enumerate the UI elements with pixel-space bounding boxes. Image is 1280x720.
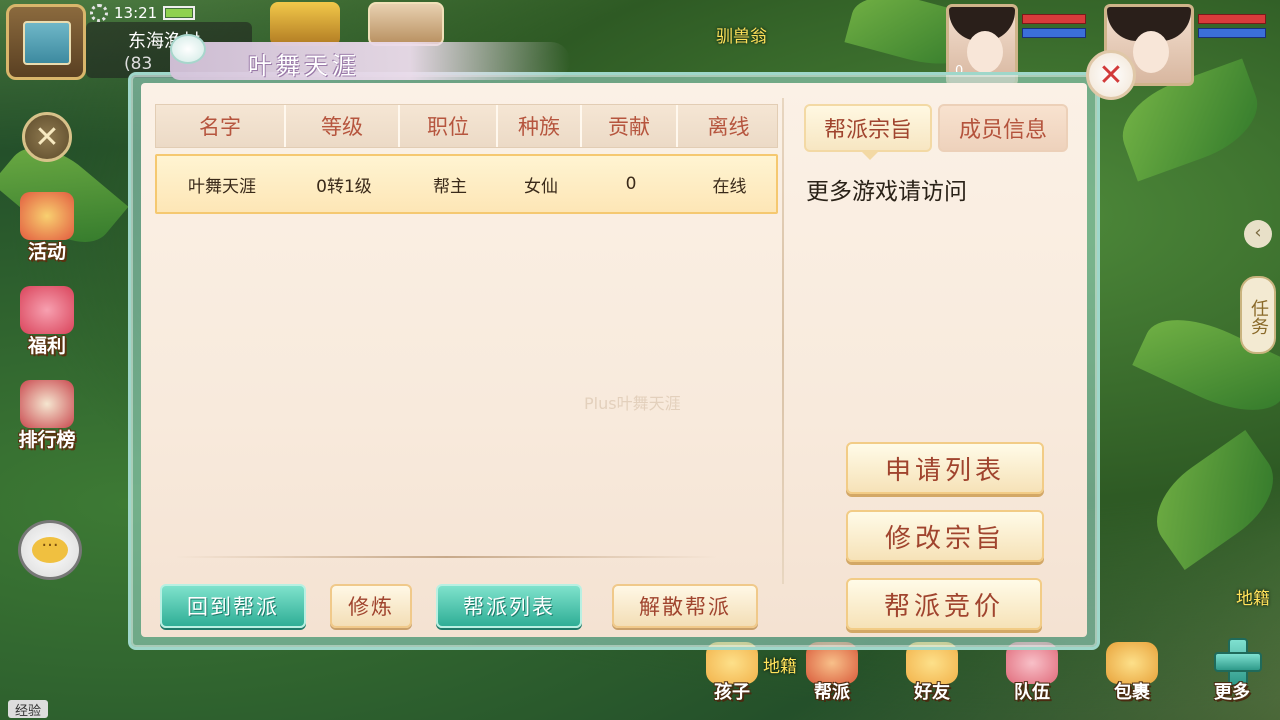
member-race: 女仙 (524, 176, 558, 197)
chat-bubble-icon: ··· (32, 537, 68, 563)
tab-guild-purpose[interactable]: 帮派宗旨 (804, 104, 932, 160)
gift-icon (20, 286, 74, 334)
tab-member-info[interactable]: 成员信息 (938, 104, 1068, 152)
lotus-ornament-icon (170, 34, 206, 64)
column-header-contribution[interactable]: 贡献 (582, 105, 678, 147)
bottom-menu-team[interactable]: 队伍 (994, 642, 1070, 704)
horn-icon (20, 192, 74, 240)
member-position: 帮主 (433, 176, 467, 197)
sidebar-item-label: 排行榜 (18, 429, 76, 451)
disband-guild-button[interactable]: 解散帮派 (612, 584, 758, 628)
sidebar-item-label: 活动 (27, 241, 66, 263)
foliage-decoration (1138, 429, 1280, 571)
map-scroll-icon (23, 21, 71, 65)
apply-list-button[interactable]: 申请列表 (846, 442, 1044, 494)
ranking-icon (20, 380, 74, 428)
dialog-title-plate (170, 42, 570, 80)
chat-button[interactable]: ··· (18, 520, 82, 580)
bottom-menu-label: 包裹 (1114, 682, 1150, 703)
member-contribution: 0 (625, 174, 637, 194)
bottom-menu-guild[interactable]: 帮派 (794, 642, 870, 704)
pet-mp-bar (1022, 28, 1086, 38)
back-to-guild-button[interactable]: 回到帮派 (160, 584, 306, 628)
column-header-position[interactable]: 职位 (400, 105, 498, 147)
treasure-icon[interactable] (270, 2, 340, 46)
guild-purpose-text: 更多游戏请访问 (806, 179, 967, 205)
bottom-menu-label: 队伍 (1014, 682, 1050, 703)
event-icon[interactable] (368, 2, 444, 46)
bottom-menu-bag[interactable]: 包裹 (1094, 642, 1170, 704)
member-level: 0转1级 (316, 176, 372, 197)
guild-list-button[interactable]: 帮派列表 (436, 584, 582, 628)
exp-label: 经验 (8, 700, 48, 719)
close-icon: ✕ (34, 119, 60, 155)
pane-divider (782, 98, 784, 584)
collapse-menu-button[interactable]: ✕ (22, 112, 72, 162)
status-bar: 13:21 (90, 3, 196, 23)
cultivate-button[interactable]: 修炼 (330, 584, 412, 628)
settings-gear-icon[interactable] (90, 4, 108, 22)
chevron-left-icon[interactable]: ‹ (1244, 220, 1272, 248)
plus-icon (1208, 636, 1264, 686)
player-mp-bar (1198, 28, 1266, 38)
bottom-menu-children[interactable]: 孩子 (694, 642, 770, 704)
bottom-menu-label: 帮派 (814, 682, 850, 703)
battery-icon (163, 6, 196, 20)
sidebar-item-label: 福利 (27, 335, 66, 357)
portrait-face (967, 31, 1003, 73)
clock-time: 13:21 (114, 4, 158, 22)
dialog-close-button[interactable]: ✕ (1086, 50, 1136, 100)
table-header: 名字 等级 职位 种族 贡献 离线 (155, 104, 778, 148)
map-marker-label: 地籍 (1236, 589, 1270, 609)
column-header-level[interactable]: 等级 (286, 105, 400, 147)
dialog-title: 叶舞天涯 (248, 52, 360, 80)
bottom-menu-more[interactable]: 更多 (1194, 638, 1270, 704)
world-map-button[interactable] (6, 4, 86, 80)
task-tab[interactable]: 任务 (1240, 276, 1276, 354)
member-table: 名字 等级 职位 种族 贡献 离线 叶舞天涯 0转1级 帮主 女仙 0 在线 (155, 104, 778, 214)
portrait-face (1133, 31, 1169, 73)
table-row[interactable]: 叶舞天涯 0转1级 帮主 女仙 0 在线 (155, 154, 778, 214)
close-icon: ✕ (1098, 57, 1124, 93)
bottom-menu-label: 好友 (914, 682, 950, 703)
bottom-menu-friends[interactable]: 好友 (894, 642, 970, 704)
guild-bid-button[interactable]: 帮派竞价 (846, 578, 1042, 630)
edit-purpose-button[interactable]: 修改宗旨 (846, 510, 1044, 562)
location-coordinates: (83 (124, 54, 153, 74)
pet-hp-bar (1022, 14, 1086, 24)
sidebar-item-ranking[interactable]: 排行榜 (10, 380, 84, 452)
sidebar-item-welfare[interactable]: 福利 (10, 286, 84, 358)
list-bottom-divider (176, 556, 716, 558)
member-name: 叶舞天涯 (188, 176, 256, 197)
column-header-name[interactable]: 名字 (156, 105, 286, 147)
column-header-race[interactable]: 种族 (498, 105, 582, 147)
watermark: Plus叶舞天涯 (584, 394, 681, 413)
member-online-status: 在线 (712, 176, 747, 197)
bottom-menu-label: 更多 (1214, 682, 1250, 703)
npc-name-label[interactable]: 驯兽翁 (716, 22, 767, 47)
column-header-offline[interactable]: 离线 (678, 105, 779, 147)
bottom-menu-label: 孩子 (714, 682, 750, 703)
player-hp-bar (1198, 14, 1266, 24)
sidebar-item-activity[interactable]: 活动 (10, 192, 84, 264)
